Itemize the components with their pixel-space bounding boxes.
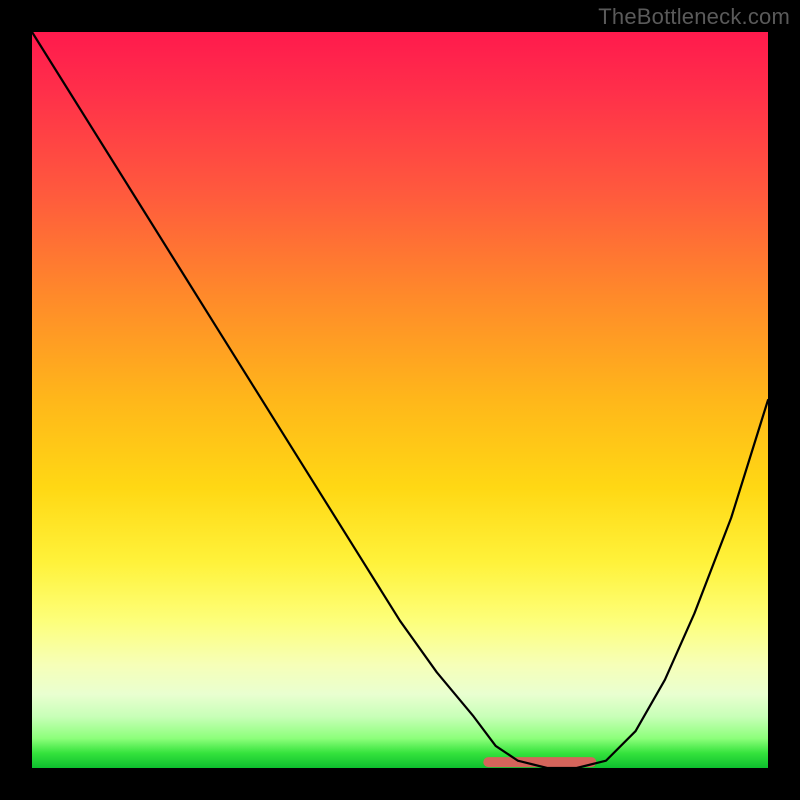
chart-frame: TheBottleneck.com	[0, 0, 800, 800]
chart-svg	[32, 32, 768, 768]
plot-area-border	[32, 32, 768, 768]
watermark-text: TheBottleneck.com	[598, 4, 790, 30]
bottleneck-curve-line	[32, 32, 768, 768]
